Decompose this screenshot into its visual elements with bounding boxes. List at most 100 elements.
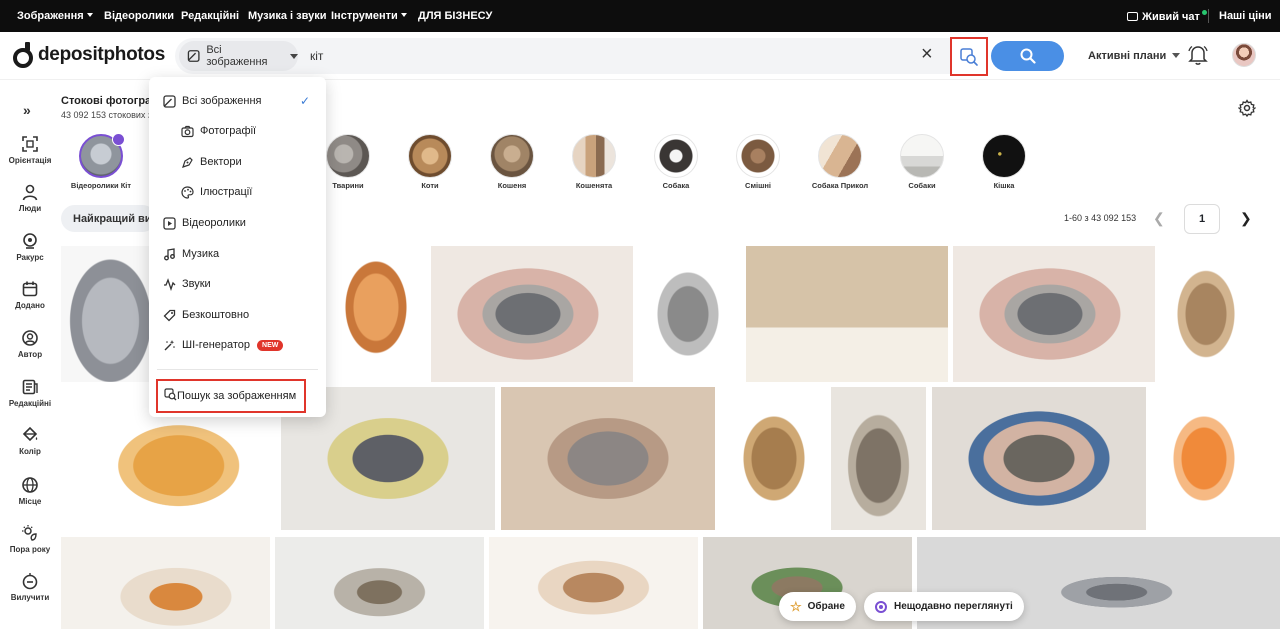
nav-images[interactable]: Зображення — [17, 10, 93, 22]
angle-icon — [23, 233, 37, 249]
live-chat-link[interactable]: Живий чат — [1127, 10, 1207, 23]
favorites-chip[interactable]: ☆ Обране — [779, 592, 856, 621]
filter-exclude[interactable]: Вилучити — [0, 572, 60, 602]
logo-text: depositphotos — [38, 44, 165, 65]
next-page-icon[interactable]: ❯ — [1240, 210, 1252, 227]
menu-item-label: Вектори — [200, 156, 242, 168]
star-icon: ☆ — [790, 598, 802, 614]
nav-videos[interactable]: Відеоролики — [104, 10, 174, 22]
filter-location[interactable]: Місце — [0, 476, 60, 506]
image-tile[interactable] — [953, 246, 1155, 382]
nav-images-label: Зображення — [17, 10, 84, 22]
image-tile[interactable] — [431, 246, 633, 382]
image-tile[interactable] — [1152, 387, 1256, 530]
prev-page-icon[interactable]: ❮ — [1153, 210, 1165, 227]
image-tile[interactable] — [638, 246, 738, 382]
image-search-button[interactable] — [950, 37, 988, 76]
search-scope-dropdown[interactable]: Всі зображення — [179, 41, 298, 71]
category-label: Кошеня — [497, 181, 527, 190]
menu-item-all-images[interactable]: Всі зображення ✓ — [149, 89, 326, 113]
menu-item-free[interactable]: Безкоштовно — [149, 303, 326, 327]
nav-tools[interactable]: Інструменти — [331, 10, 407, 22]
menu-item-videos[interactable]: Відеоролики — [149, 211, 326, 235]
chevron-down-icon — [400, 13, 407, 17]
category-cats[interactable]: Коти — [390, 134, 470, 190]
image-tile[interactable] — [489, 537, 698, 629]
filter-season[interactable]: Пора року — [0, 524, 60, 554]
image-tile[interactable] — [831, 387, 926, 530]
depositphotos-logo[interactable]: depositphotos — [13, 42, 165, 68]
sort-best-button[interactable]: Найкращий вибір — [61, 205, 156, 232]
menu-item-ai-generator[interactable]: ШІ-генератор NEW — [149, 333, 326, 357]
category-dog[interactable]: Собака — [636, 134, 716, 190]
nav-editorial[interactable]: Редакційні — [181, 10, 239, 22]
filter-orientation-label: Орієнтація — [8, 156, 52, 165]
checkmark-icon: ✓ — [299, 94, 310, 108]
nav-music[interactable]: Музика і звуки — [248, 10, 327, 22]
image-tile[interactable] — [61, 246, 151, 382]
category-video-cat[interactable]: Відеоролики Кіт — [61, 133, 141, 190]
vector-icon — [180, 155, 194, 169]
image-tile[interactable] — [722, 387, 826, 530]
nav-business[interactable]: ДЛЯ БІЗНЕСУ — [418, 10, 492, 22]
menu-item-photos[interactable]: Фотографії — [149, 119, 326, 143]
category-dog-prank[interactable]: Собака Прикол — [800, 134, 880, 190]
active-plans-dropdown[interactable]: Активні плани — [1088, 50, 1181, 62]
filter-angle[interactable]: Ракурс — [0, 232, 60, 262]
category-label: Кошенята — [575, 181, 613, 190]
expand-sidebar-icon[interactable]: » — [23, 102, 31, 118]
category-thumbnail — [736, 134, 780, 178]
image-tile[interactable] — [746, 246, 948, 382]
category-label: Собака — [662, 181, 690, 190]
category-label: Відеоролики Кіт — [70, 181, 132, 190]
category-label: Тварини — [332, 181, 364, 190]
author-icon — [22, 330, 38, 346]
category-thumbnail — [982, 134, 1026, 178]
image-tile[interactable] — [1161, 246, 1251, 382]
image-tile[interactable] — [932, 387, 1146, 530]
category-funny[interactable]: Смішні — [718, 134, 798, 190]
search-button[interactable] — [991, 41, 1064, 71]
category-thumbnail — [490, 134, 534, 178]
image-tile[interactable] — [275, 537, 484, 629]
menu-item-label: Фотографії — [200, 125, 257, 137]
menu-item-label: Ілюстрації — [200, 186, 253, 198]
category-label: Смішні — [745, 181, 771, 190]
category-cat[interactable]: Кішка — [964, 134, 1044, 190]
recently-viewed-label: Нещодавно переглянуті — [894, 601, 1013, 612]
page-number-input[interactable]: 1 — [1184, 204, 1220, 234]
filter-color[interactable]: Колір — [0, 426, 60, 456]
menu-item-sounds[interactable]: Звуки — [149, 272, 326, 296]
filter-author[interactable]: Автор — [0, 329, 60, 359]
nav-tools-label: Інструменти — [331, 10, 398, 22]
filter-people[interactable]: Люди — [0, 183, 60, 213]
image-tile[interactable] — [61, 537, 270, 629]
image-tile[interactable] — [501, 387, 715, 530]
favorites-label: Обране — [807, 601, 845, 612]
prices-link[interactable]: Наші ціни — [1219, 10, 1272, 22]
category-kitten[interactable]: Кошеня — [472, 134, 552, 190]
category-kittens[interactable]: Кошенята — [554, 134, 634, 190]
notifications-bell-icon[interactable] — [1188, 44, 1208, 71]
category-thumbnail — [408, 134, 452, 178]
search-input[interactable]: кіт — [310, 49, 323, 63]
gear-icon[interactable] — [1237, 99, 1257, 122]
filter-orientation[interactable]: Орієнтація — [0, 135, 60, 165]
recently-viewed-chip[interactable]: Нещодавно переглянуті — [864, 592, 1024, 621]
category-thumbnail — [326, 134, 370, 178]
editorial-icon — [22, 379, 38, 395]
filter-added[interactable]: Додано — [0, 280, 60, 310]
clear-search-icon[interactable]: × — [921, 44, 933, 64]
category-label: Собаки — [908, 181, 936, 190]
category-dogs[interactable]: Собаки — [882, 134, 962, 190]
category-thumbnail — [818, 134, 862, 178]
menu-item-label: Пошук за зображенням — [177, 390, 297, 402]
menu-item-illustrations[interactable]: Ілюстрації — [149, 180, 326, 204]
user-avatar[interactable] — [1232, 43, 1256, 67]
menu-item-vectors[interactable]: Вектори — [149, 150, 326, 174]
menu-item-image-search[interactable]: Пошук за зображенням — [156, 379, 306, 413]
logo-mark-icon — [13, 42, 33, 68]
filter-editorial[interactable]: Редакційні — [0, 378, 60, 408]
image-tile[interactable] — [326, 246, 426, 382]
menu-item-music[interactable]: Музика — [149, 242, 326, 266]
